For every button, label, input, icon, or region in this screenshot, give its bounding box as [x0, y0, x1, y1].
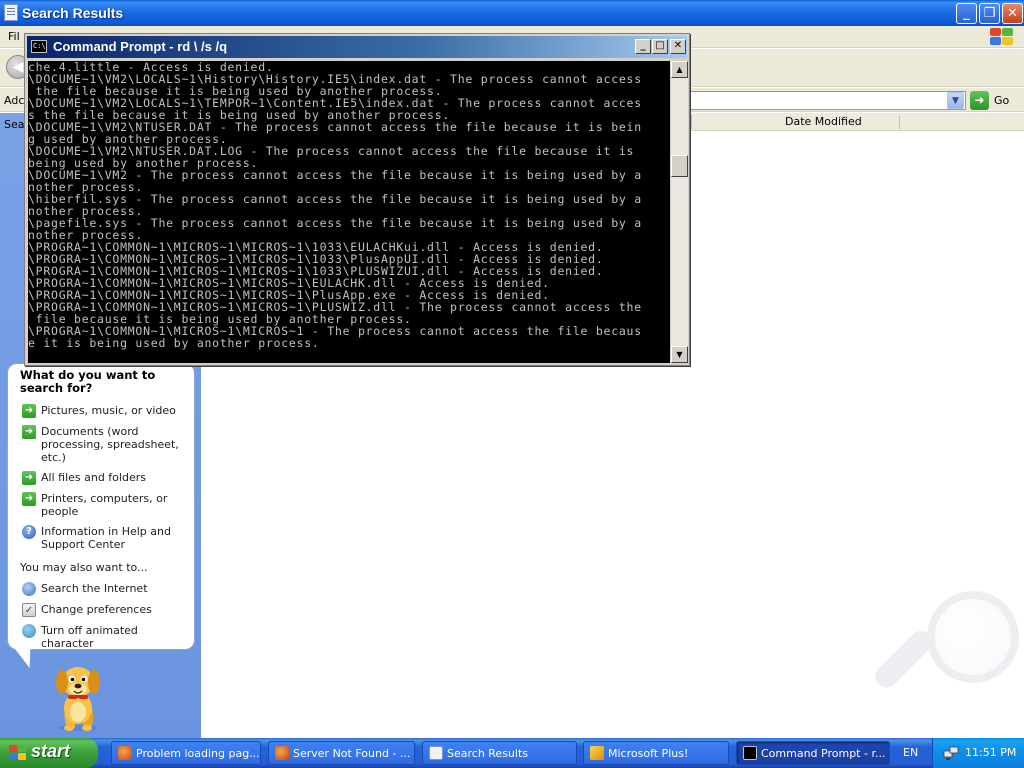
column-separator[interactable] — [899, 115, 900, 129]
search-folder-icon — [429, 746, 443, 760]
scroll-thumb[interactable] — [671, 155, 688, 177]
option-turn-off-character[interactable]: Turn off animated character — [22, 624, 192, 650]
option-all-files-folders[interactable]: ➜ All files and folders — [22, 471, 192, 485]
taskbar: start Problem loading pag... Server Not … — [0, 738, 1024, 768]
option-pictures-music-video[interactable]: ➜ Pictures, music, or video — [22, 404, 192, 418]
option-help-support-center[interactable]: ? Information in Help and Support Center — [22, 525, 192, 552]
option-label: Printers, computers, or people — [41, 492, 168, 518]
option-label: Change preferences — [41, 603, 152, 616]
also-want-heading: You may also want to... — [20, 561, 148, 574]
taskbar-item-label: Microsoft Plus! — [608, 747, 689, 760]
command-prompt-titlebar[interactable]: C:\ Command Prompt - rd \ /s /q _ □ ✕ — [27, 36, 687, 58]
column-date-modified[interactable]: Date Modified — [785, 115, 862, 128]
taskbar-item-microsoft-plus[interactable]: Microsoft Plus! — [583, 741, 729, 765]
preferences-icon: ✓ — [22, 603, 36, 617]
help-icon: ? — [22, 525, 36, 539]
scroll-up-icon[interactable]: ▲ — [671, 61, 688, 78]
option-label: All files and folders — [41, 471, 146, 484]
cmd-close-button[interactable]: ✕ — [670, 39, 686, 54]
cmd-icon — [743, 746, 757, 760]
green-arrow-icon: ➜ — [22, 425, 36, 439]
scroll-down-icon[interactable]: ▼ — [671, 346, 688, 363]
command-prompt-window: C:\ Command Prompt - rd \ /s /q _ □ ✕ ch… — [24, 33, 690, 366]
option-printers-computers-people[interactable]: ➜ Printers, computers, or people — [22, 492, 192, 519]
clock[interactable]: 11:51 PM — [965, 746, 1016, 759]
taskbar-item-label: Search Results — [447, 747, 529, 760]
taskbar-item-search-results[interactable]: Search Results — [422, 741, 577, 765]
search-window-icon — [4, 4, 18, 21]
search-dog-character-icon[interactable] — [48, 658, 108, 732]
cmd-icon: C:\ — [31, 40, 47, 53]
option-label: Pictures, music, or video — [41, 404, 176, 417]
search-question-heading: What do you want to search for? — [20, 368, 156, 395]
console-text: che.4.little - Access is denied. \DOCUME~… — [28, 61, 670, 349]
column-separator[interactable] — [691, 115, 692, 129]
option-search-internet[interactable]: Search the Internet — [22, 582, 192, 596]
option-label: Turn off animated character — [41, 624, 138, 650]
cmd-maximize-button[interactable]: □ — [652, 39, 668, 54]
green-arrow-icon: ➜ — [22, 492, 36, 506]
maximize-button[interactable]: ❐ — [979, 3, 1000, 24]
plus-icon — [590, 746, 604, 760]
start-label: start — [31, 741, 71, 761]
console-output[interactable]: che.4.little - Access is denied. \DOCUME~… — [28, 61, 670, 363]
start-button[interactable]: start — [0, 738, 98, 768]
search-results-title: Search Results — [22, 5, 124, 21]
console-line: e it is being used by another process. — [28, 336, 320, 350]
network-icon[interactable] — [943, 745, 959, 761]
go-button[interactable]: ➜ Go — [970, 91, 1018, 110]
windows-logo-icon — [988, 27, 1016, 47]
firefox-icon — [118, 746, 132, 760]
option-documents[interactable]: ➜ Documents (word processing, spreadshee… — [22, 425, 192, 465]
windows-flag-icon — [9, 745, 27, 761]
search-pane-label: Sea — [4, 118, 25, 131]
globe-icon — [22, 582, 36, 596]
search-results-titlebar[interactable]: Search Results _ ❐ ✕ — [0, 0, 1024, 26]
search-assistant-balloon: What do you want to search for? ➜ Pictur… — [7, 363, 195, 650]
language-label: EN — [903, 746, 919, 759]
close-button[interactable]: ✕ — [1002, 3, 1023, 24]
taskbar-item-label: Problem loading pag... — [136, 747, 260, 760]
minimize-button[interactable]: _ — [956, 3, 977, 24]
cmd-minimize-button[interactable]: _ — [635, 39, 651, 54]
magnifier-watermark-icon — [871, 591, 1019, 731]
green-arrow-icon: ➜ — [22, 404, 36, 418]
green-arrow-icon: ➜ — [22, 471, 36, 485]
menu-file[interactable]: Fil — [8, 30, 20, 43]
address-input[interactable] — [690, 91, 966, 110]
system-tray: 11:51 PM — [932, 738, 1024, 768]
taskbar-item-problem-loading[interactable]: Problem loading pag... — [111, 741, 261, 765]
firefox-icon — [275, 746, 289, 760]
option-label: Information in Help and Support Center — [41, 525, 171, 551]
option-change-preferences[interactable]: ✓ Change preferences — [22, 603, 192, 617]
taskbar-item-server-not-found[interactable]: Server Not Found - ... — [268, 741, 415, 765]
taskbar-item-label: Command Prompt - r... — [761, 747, 886, 760]
address-label: Adc — [4, 94, 25, 107]
language-indicator[interactable]: EN — [897, 738, 931, 768]
option-label: Search the Internet — [41, 582, 148, 595]
go-label: Go — [994, 94, 1010, 107]
character-icon — [22, 624, 36, 638]
chevron-down-icon[interactable]: ▼ — [947, 92, 964, 109]
option-label: Documents (word processing, spreadsheet,… — [41, 425, 179, 464]
taskbar-item-label: Server Not Found - ... — [293, 747, 411, 760]
taskbar-item-command-prompt[interactable]: Command Prompt - r... — [736, 741, 890, 765]
console-scrollbar[interactable]: ▲ ▼ — [671, 61, 688, 363]
command-prompt-title: Command Prompt - rd \ /s /q — [53, 39, 228, 54]
go-arrow-icon: ➜ — [970, 91, 989, 110]
